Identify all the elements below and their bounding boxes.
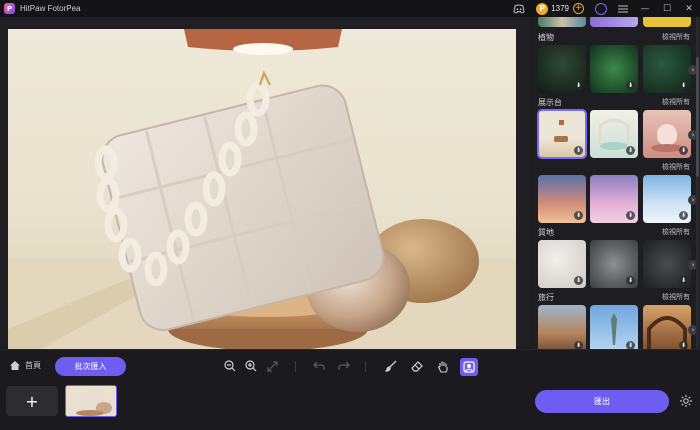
fit-icon[interactable] xyxy=(265,359,279,373)
eraser-icon[interactable] xyxy=(410,359,424,373)
download-icon[interactable]: ⬇ xyxy=(626,276,635,285)
download-icon[interactable]: ⬇ xyxy=(626,81,635,90)
minimize-button[interactable]: — xyxy=(638,2,652,16)
redo-icon[interactable] xyxy=(337,359,351,373)
undo-icon[interactable] xyxy=(312,359,326,373)
user-icon[interactable] xyxy=(594,2,608,16)
discord-icon[interactable] xyxy=(512,2,526,16)
download-icon[interactable]: ⬇ xyxy=(626,341,635,349)
app-title: HitPaw FotorPea xyxy=(20,4,81,13)
file-thumbnail[interactable] xyxy=(65,385,117,417)
section-header-sky: 檢視所有 xyxy=(538,161,690,173)
template-thumb[interactable]: ⬇ xyxy=(643,240,691,288)
home-button[interactable]: 首頁 xyxy=(10,360,41,371)
template-thumb-selected[interactable]: ⬇ xyxy=(537,109,587,159)
title-bar: P HitPaw FotorPea P 1379 + — ☐ ✕ xyxy=(0,0,700,17)
coin-icon: P xyxy=(536,2,549,15)
section-header-display-stand: 展示台 檢視所有 xyxy=(538,96,690,108)
view-all-link[interactable]: 檢視所有 xyxy=(662,32,690,42)
view-all-link[interactable]: 檢視所有 xyxy=(662,97,690,107)
toolbar-divider xyxy=(295,361,296,372)
view-all-link[interactable]: 檢視所有 xyxy=(662,162,690,172)
section-header-plants: 植物 檢視所有 xyxy=(538,31,690,43)
maximize-button[interactable]: ☐ xyxy=(660,2,674,16)
app-logo-icon: P xyxy=(4,3,15,14)
background-templates-panel: 植物 檢視所有 ⬇ ⬇ ⬇ › 展示台 檢視所有 ⬇ ⬇ ⬇ › 檢視所有 ⬇ xyxy=(530,17,700,349)
view-all-link[interactable]: 檢視所有 xyxy=(662,227,690,237)
title-bar-right: P 1379 + — ☐ ✕ xyxy=(508,0,700,17)
product-photo[interactable] xyxy=(8,29,516,351)
download-icon[interactable]: ⬇ xyxy=(574,81,583,90)
download-icon[interactable]: ⬇ xyxy=(574,211,583,220)
close-button[interactable]: ✕ xyxy=(682,2,696,16)
settings-icon[interactable] xyxy=(679,394,693,408)
template-thumb[interactable]: ⬇ xyxy=(643,110,691,158)
toolbar-divider xyxy=(365,361,366,372)
panel-scrollbar[interactable] xyxy=(696,17,699,349)
brush-icon[interactable] xyxy=(384,359,398,373)
zoom-in-icon[interactable] xyxy=(244,359,258,373)
add-coins-button[interactable]: + xyxy=(573,3,584,14)
template-thumb[interactable]: ⬇ xyxy=(538,305,586,349)
template-thumb[interactable]: ⬇ xyxy=(643,45,691,93)
add-file-button[interactable]: + xyxy=(6,386,58,416)
template-thumb[interactable]: ⬇ xyxy=(538,240,586,288)
batch-import-button[interactable]: 批次匯入 xyxy=(55,357,126,376)
template-thumb[interactable]: ⬇ xyxy=(590,175,638,223)
template-thumb[interactable]: ⬇ xyxy=(538,45,586,93)
canvas-area xyxy=(0,17,530,351)
home-label: 首頁 xyxy=(25,361,41,370)
download-icon[interactable]: ⬇ xyxy=(679,276,688,285)
export-button[interactable]: 匯出 xyxy=(535,390,669,413)
download-icon[interactable]: ⬇ xyxy=(574,276,583,285)
download-icon[interactable]: ⬇ xyxy=(679,341,688,349)
section-title: 展示台 xyxy=(538,97,562,107)
app-window: P HitPaw FotorPea P 1379 + — ☐ ✕ 植物 檢視所有… xyxy=(0,0,700,430)
menu-icon[interactable] xyxy=(616,2,630,16)
download-icon[interactable]: ⬇ xyxy=(679,211,688,220)
template-thumb[interactable] xyxy=(590,17,638,27)
template-thumb[interactable]: ⬇ xyxy=(590,240,638,288)
home-icon xyxy=(10,361,20,370)
download-icon[interactable]: ⬇ xyxy=(679,81,688,90)
template-thumb[interactable]: ⬇ xyxy=(590,305,638,349)
download-icon[interactable]: ⬇ xyxy=(574,341,583,349)
template-thumb[interactable]: ⬇ xyxy=(538,175,586,223)
scrollbar-thumb[interactable] xyxy=(696,57,699,177)
download-icon[interactable]: ⬇ xyxy=(574,146,583,155)
view-all-link[interactable]: 檢視所有 xyxy=(662,292,690,302)
section-title: 植物 xyxy=(538,32,554,42)
hand-icon[interactable] xyxy=(436,359,450,373)
download-icon[interactable]: ⬇ xyxy=(626,211,635,220)
coin-balance[interactable]: P 1379 + xyxy=(536,2,584,15)
download-icon[interactable]: ⬇ xyxy=(679,146,688,155)
section-header-texture: 質地 檢視所有 xyxy=(538,226,690,238)
template-thumb[interactable]: ⬇ xyxy=(643,305,691,349)
zoom-out-icon[interactable] xyxy=(223,359,237,373)
bottom-toolbar: 首頁 批次匯入 xyxy=(0,349,700,381)
template-thumb[interactable]: ⬇ xyxy=(590,110,638,158)
template-thumb[interactable] xyxy=(538,17,586,27)
template-thumb[interactable] xyxy=(643,17,691,27)
section-title: 旅行 xyxy=(538,292,554,302)
section-title: 質地 xyxy=(538,227,554,237)
template-thumb[interactable]: ⬇ xyxy=(590,45,638,93)
coin-count: 1379 xyxy=(551,4,569,13)
download-icon[interactable]: ⬇ xyxy=(626,146,635,155)
compare-icon[interactable] xyxy=(460,358,478,376)
template-thumb[interactable]: ⬇ xyxy=(643,175,691,223)
file-strip: + 匯出 xyxy=(0,381,700,430)
section-header-travel: 旅行 檢視所有 xyxy=(538,291,690,303)
